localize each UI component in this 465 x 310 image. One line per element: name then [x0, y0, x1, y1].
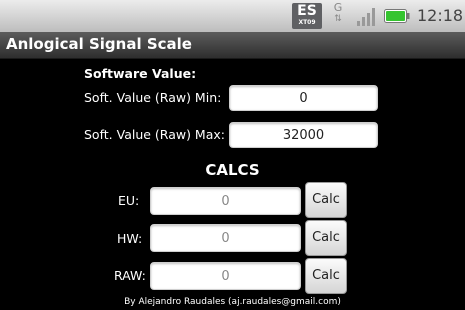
hw-calc-button[interactable]: Calc — [305, 220, 347, 256]
soft-raw-min-label: Soft. Value (Raw) Min: — [84, 90, 222, 105]
soft-raw-max-label: Soft. Value (Raw) Max: — [84, 127, 225, 142]
signal-strength-icon — [357, 8, 375, 26]
es-app-badge: ES — [297, 3, 317, 19]
status-bar: ES XT09 G ⇅ 12:18 — [0, 0, 465, 32]
clock-time: 12:18 — [417, 6, 464, 25]
raw-calc-button[interactable]: Calc — [305, 258, 347, 294]
battery-icon — [384, 9, 410, 23]
raw-label: RAW: — [114, 268, 146, 283]
eu-label: EU: — [118, 193, 140, 208]
eu-calc-button[interactable]: Calc — [305, 182, 347, 218]
es-app-icon: ES XT09 — [292, 3, 322, 29]
soft-raw-min-input[interactable] — [229, 85, 378, 111]
raw-value-field[interactable] — [150, 262, 301, 290]
es-app-badge-sub: XT09 — [298, 19, 316, 26]
network-type-icon: G ⇅ — [330, 2, 346, 30]
hw-value-field[interactable] — [150, 224, 301, 252]
eu-value-field[interactable] — [150, 187, 301, 215]
author-credit: By Alejandro Raudales (aj.raudales@gmail… — [124, 297, 341, 307]
app-title: Anlogical Signal Scale — [6, 35, 192, 53]
calcs-heading: CALCS — [205, 161, 260, 179]
network-type-label: G — [333, 1, 343, 14]
soft-raw-max-input[interactable] — [229, 122, 378, 148]
software-value-label: Software Value: — [84, 66, 197, 81]
data-transfer-icon: ⇅ — [334, 14, 342, 24]
app-title-bar: Anlogical Signal Scale — [0, 32, 465, 59]
hw-label: HW: — [117, 231, 143, 246]
